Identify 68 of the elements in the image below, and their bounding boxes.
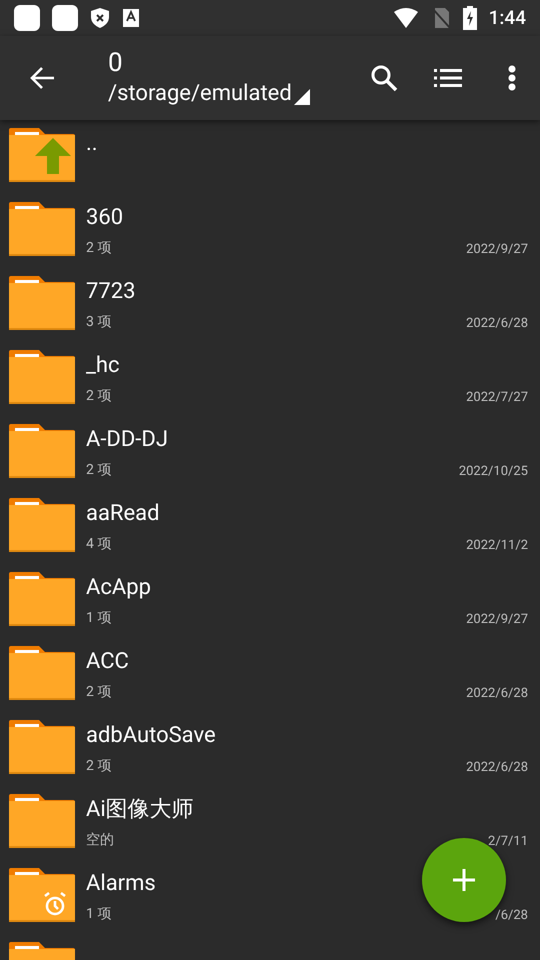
file-name: aaRead — [86, 500, 160, 528]
notification-icon — [52, 5, 78, 31]
file-row[interactable]: AcApp 1 项 2022/9/27 — [0, 572, 540, 646]
folder-icon — [9, 720, 75, 774]
file-row[interactable]: .. — [0, 128, 540, 202]
back-arrow-icon — [29, 66, 55, 90]
wifi-icon — [392, 8, 419, 28]
clock: 1:44 — [488, 4, 526, 31]
modified-date: 2022/6/28 — [466, 684, 528, 702]
more-icon — [508, 65, 516, 91]
file-row[interactable]: _hc 2 项 2022/7/27 — [0, 350, 540, 424]
file-name: Alarms — [86, 870, 156, 898]
modified-date: 2022/9/27 — [466, 610, 528, 628]
file-name: AcApp — [86, 574, 151, 602]
modified-date: 2022/11/2 — [466, 536, 528, 554]
item-count: 3 项 — [86, 313, 112, 332]
item-count: 2 项 — [86, 461, 112, 480]
folder-icon — [9, 572, 75, 626]
modified-date: 2022/6/28 — [466, 758, 528, 776]
path-dropdown[interactable]: /storage/emulated — [108, 79, 356, 109]
battery-icon — [462, 6, 477, 30]
modified-date: 2/7/11 — [488, 832, 528, 850]
file-name: A-DD-DJ — [86, 426, 168, 454]
notification-icon — [14, 5, 40, 31]
search-icon — [370, 64, 398, 92]
modified-date: 2022/10/25 — [458, 462, 528, 480]
item-count: 2 项 — [86, 757, 112, 776]
folder-icon — [9, 794, 75, 848]
shield-icon — [90, 7, 110, 29]
folder-icon — [9, 424, 75, 478]
parent-folder-icon — [9, 128, 75, 182]
file-row[interactable]: adbAutoSave 2 项 2022/6/28 — [0, 720, 540, 794]
folder-icon — [9, 646, 75, 700]
folder-title: 0 — [108, 47, 124, 79]
file-row[interactable]: Ai图像大师 空的 2/7/11 — [0, 794, 540, 868]
list-icon — [434, 69, 462, 87]
file-row[interactable]: 7723 3 项 2022/6/28 — [0, 276, 540, 350]
file-name: _hc — [86, 352, 120, 380]
item-count: 2 项 — [86, 387, 112, 406]
modified-date: 2022/7/27 — [466, 388, 528, 406]
modified-date: 2022/6/28 — [466, 314, 528, 332]
file-name: Ai图像大师 — [86, 796, 194, 824]
folder-icon — [9, 350, 75, 404]
file-name: adbAutoSave — [86, 722, 216, 750]
item-count: 4 项 — [86, 535, 112, 554]
item-count: 1 项 — [86, 905, 112, 924]
folder-icon — [9, 498, 75, 552]
alarm-folder-icon — [9, 868, 75, 922]
item-count: 2 项 — [86, 683, 112, 702]
item-count: 空的 — [86, 831, 114, 850]
file-row[interactable]: A-DD-DJ 2 项 2022/10/25 — [0, 424, 540, 498]
file-row[interactable]: aaRead 4 项 2022/11/2 — [0, 498, 540, 572]
file-name: 7723 — [86, 278, 136, 306]
folder-icon — [9, 202, 75, 256]
file-name: 360 — [86, 204, 124, 232]
plus-icon — [452, 868, 476, 892]
file-name: ACC — [86, 648, 129, 676]
folder-icon — [9, 276, 75, 330]
item-count: 1 项 — [86, 609, 112, 628]
file-name: .. — [86, 130, 98, 158]
modified-date: /6/28 — [495, 906, 528, 924]
modified-date: 2022/9/27 — [466, 240, 528, 258]
file-row[interactable]: Alarms 1 项 /6/28 — [0, 868, 540, 942]
dropdown-triangle-icon — [294, 89, 310, 105]
item-count: 2 项 — [86, 239, 112, 258]
keyboard-icon — [122, 8, 140, 28]
file-row[interactable]: 360 2 项 2022/9/27 — [0, 202, 540, 276]
file-row[interactable]: ACC 2 项 2022/6/28 — [0, 646, 540, 720]
